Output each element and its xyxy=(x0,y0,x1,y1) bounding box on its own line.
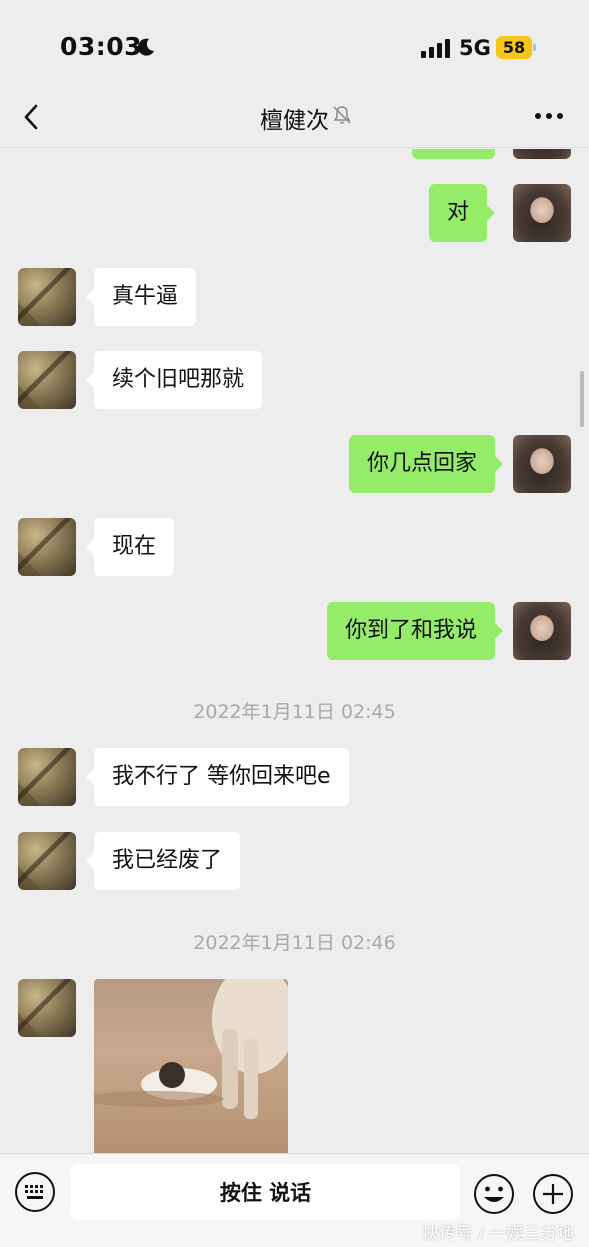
hold-to-talk-button[interactable]: 按住 说话 xyxy=(71,1164,460,1220)
chat-title: 檀健次 xyxy=(0,101,589,135)
chat-header: 檀健次 xyxy=(0,96,589,148)
keyboard-icon[interactable] xyxy=(14,1171,56,1213)
battery-tip xyxy=(533,44,536,51)
watermark: 快传号 / 一娱三分地 xyxy=(422,1224,575,1244)
emoji-icon[interactable] xyxy=(473,1173,515,1215)
message-bubble-in[interactable]: 我不行了 等你回来吧e xyxy=(86,748,349,806)
message-bubble-in[interactable]: 我已经废了 xyxy=(85,832,241,890)
more-icon[interactable] xyxy=(534,112,564,120)
sticker-image xyxy=(94,979,288,1119)
image-message[interactable] xyxy=(94,979,288,1153)
scrollbar[interactable] xyxy=(580,371,584,427)
network-label: 5G xyxy=(459,36,491,60)
message-bubble-in[interactable]: 续个旧吧那就 xyxy=(85,351,263,409)
avatar-self-partial[interactable] xyxy=(513,149,571,159)
plus-icon[interactable] xyxy=(532,1173,574,1215)
avatar-contact[interactable] xyxy=(18,518,76,576)
message-bubble-out[interactable]: 你到了和我说 xyxy=(326,602,504,660)
message-bubble-partial[interactable] xyxy=(412,149,495,159)
message-bubble-out[interactable]: 你几点回家 xyxy=(348,435,504,493)
mute-icon xyxy=(333,106,351,124)
signal-icon xyxy=(421,39,450,58)
battery-level: 58 xyxy=(496,36,532,59)
battery-indicator: 58 xyxy=(496,36,536,60)
avatar-contact[interactable] xyxy=(18,351,76,409)
message-timestamp: 2022年1月11日 02:46 xyxy=(193,932,396,954)
moon-icon xyxy=(137,38,154,56)
contact-name: 檀健次 xyxy=(260,108,329,134)
avatar-self[interactable] xyxy=(513,435,571,493)
status-bar: 03:03 5G 58 xyxy=(0,0,589,96)
avatar-contact[interactable] xyxy=(18,748,76,806)
avatar-contact[interactable] xyxy=(18,832,76,890)
message-bubble-in[interactable]: 真牛逼 xyxy=(85,268,197,326)
chat-message-list[interactable]: 对 真牛逼 续个旧吧那就 你几点回家 现在 你到了和我说 2022年1月11日 … xyxy=(0,149,589,1153)
avatar-self[interactable] xyxy=(513,184,571,242)
message-bubble-in[interactable]: 现在 xyxy=(85,518,175,576)
avatar-self[interactable] xyxy=(513,602,571,660)
message-bubble-out[interactable]: 对 xyxy=(429,184,496,242)
status-time: 03:03 xyxy=(60,32,143,61)
message-timestamp: 2022年1月11日 02:45 xyxy=(193,701,396,723)
avatar-contact[interactable] xyxy=(18,979,76,1037)
avatar-contact[interactable] xyxy=(18,268,76,326)
